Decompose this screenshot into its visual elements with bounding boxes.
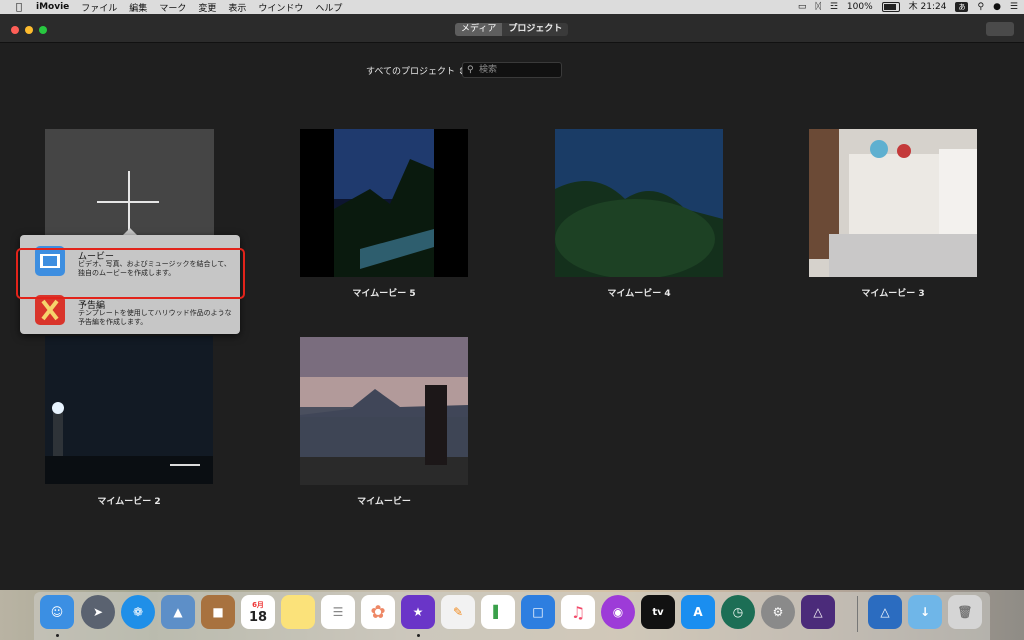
menu-extras: ▭ ᛞ ☲ 100% 木 21:24 あ ⚲ ● ☰ xyxy=(798,0,1018,14)
downloads-folder-icon[interactable]: ↓ xyxy=(908,595,942,629)
trash-icon[interactable]: 🗑 xyxy=(948,595,982,629)
finder-icon[interactable]: ☺ xyxy=(40,595,74,629)
menu-help[interactable]: ヘルプ xyxy=(315,1,342,14)
affinity-designer-icon[interactable]: △ xyxy=(868,595,902,629)
user-avatar-icon[interactable]: ● xyxy=(993,0,1001,14)
menu-modify[interactable]: 変更 xyxy=(198,1,216,14)
project-title: マイムービー 4 xyxy=(607,289,671,299)
safari-icon[interactable]: ❁ xyxy=(121,595,155,629)
menu-file[interactable]: ファイル xyxy=(81,1,117,14)
wifi-icon[interactable]: ☲ xyxy=(830,0,838,14)
tab-media[interactable]: メディア xyxy=(455,23,503,36)
project-thumbnail[interactable] xyxy=(45,336,213,484)
menu-edit[interactable]: 編集 xyxy=(129,1,147,14)
launchpad-icon[interactable]: ➤ xyxy=(81,595,115,629)
title-bar: メディア プロジェクト xyxy=(0,14,1024,43)
project-filter-dropdown[interactable]: すべてのプロジェクト ⇕ xyxy=(366,64,465,77)
bluetooth-icon[interactable]: ᛞ xyxy=(815,0,820,14)
dock-separator xyxy=(857,596,858,632)
calendar-day: 18 xyxy=(248,609,268,625)
apple-menu-icon[interactable]:  xyxy=(12,2,26,13)
project-thumbnail[interactable] xyxy=(555,129,723,277)
toolbar-button[interactable] xyxy=(986,22,1014,36)
app-store-icon[interactable]: A xyxy=(681,595,715,629)
numbers-icon[interactable]: ▌ xyxy=(481,595,515,629)
podcasts-icon[interactable]: ◉ xyxy=(601,595,635,629)
contacts-icon[interactable]: ■ xyxy=(201,595,235,629)
keynote-icon[interactable]: □ xyxy=(521,595,555,629)
search-field[interactable]: ⚲ 検索 xyxy=(462,62,562,78)
menu-window[interactable]: ウインドウ xyxy=(258,1,303,14)
popover-arrow xyxy=(123,228,137,235)
music-icon[interactable]: ♫ xyxy=(561,595,595,629)
project-thumbnail[interactable] xyxy=(809,129,977,277)
system-preferences-icon[interactable]: ⚙ xyxy=(761,595,795,629)
menu-view[interactable]: 表示 xyxy=(228,1,246,14)
notes-icon[interactable] xyxy=(281,595,315,629)
airplay-icon[interactable]: ▭ xyxy=(798,0,807,14)
battery-icon[interactable] xyxy=(881,2,900,12)
affinity-photo-icon[interactable]: △ xyxy=(801,595,835,629)
tab-projects[interactable]: プロジェクト xyxy=(502,23,569,36)
calendar-icon[interactable]: 6月 18 xyxy=(241,595,275,629)
spotlight-icon[interactable]: ⚲ xyxy=(977,0,984,14)
tv-label: tv xyxy=(652,606,664,618)
battery-percent[interactable]: 100% xyxy=(847,0,873,14)
trailer-icon xyxy=(35,295,65,325)
project-thumbnail[interactable] xyxy=(300,129,468,277)
menu-mark[interactable]: マーク xyxy=(159,1,186,14)
highlight-annotation xyxy=(16,248,245,299)
menu-item-description: テンプレートを使用してハリウッド作品のような予告編を作成します。 xyxy=(78,309,232,326)
photos-icon[interactable]: ✿ xyxy=(361,595,395,629)
fullscreen-window-button[interactable] xyxy=(39,26,47,34)
imovie-icon[interactable]: ★ xyxy=(401,595,435,629)
calendar-month: 6月 xyxy=(252,600,264,609)
project-thumbnail[interactable] xyxy=(300,337,468,485)
time-machine-icon[interactable]: ◷ xyxy=(721,595,755,629)
project-title: マイムービー 5 xyxy=(352,289,416,299)
close-window-button[interactable] xyxy=(11,26,19,34)
minimize-window-button[interactable] xyxy=(25,26,33,34)
reminders-icon[interactable]: ☰ xyxy=(321,595,355,629)
view-switcher: メディア プロジェクト xyxy=(455,23,569,36)
search-placeholder: 検索 xyxy=(479,65,498,75)
project-title: マイムービー 2 xyxy=(97,497,161,507)
project-title: マイムービー xyxy=(357,497,411,507)
apple-tv-icon[interactable]: tv xyxy=(641,595,675,629)
input-mode-indicator[interactable]: あ xyxy=(955,2,969,12)
running-indicator xyxy=(56,634,59,637)
project-filter-label: すべてのプロジェクト xyxy=(366,67,456,77)
project-title: マイムービー 3 xyxy=(861,289,925,299)
search-icon: ⚲ xyxy=(467,65,474,75)
notification-center-icon[interactable]: ☰ xyxy=(1010,0,1018,14)
running-indicator xyxy=(417,634,420,637)
plus-icon-vertical xyxy=(128,171,130,233)
menu-bar:  iMovie ファイル 編集 マーク 変更 表示 ウインドウ ヘルプ ▭ ᛞ… xyxy=(0,0,1024,14)
pages-icon[interactable]: ✎ xyxy=(441,595,475,629)
clock[interactable]: 木 21:24 xyxy=(909,0,947,14)
menu-app-name[interactable]: iMovie xyxy=(36,2,69,12)
photo-app-icon[interactable]: ▲ xyxy=(161,595,195,629)
